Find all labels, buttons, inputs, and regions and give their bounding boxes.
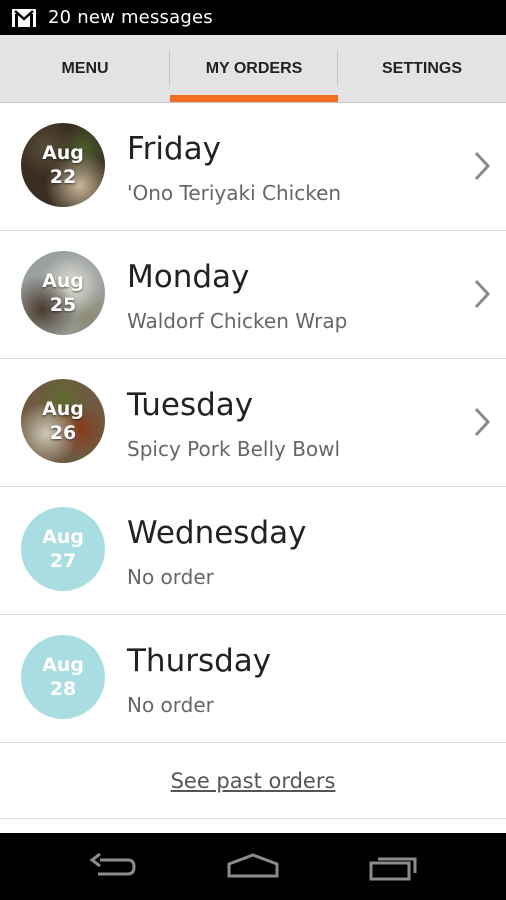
badge-month: Aug bbox=[42, 526, 84, 548]
date-badge: Aug 27 bbox=[21, 507, 105, 591]
tab-menu[interactable]: MENU bbox=[0, 35, 170, 102]
tab-menu-label: MENU bbox=[61, 59, 109, 77]
chevron-right-icon bbox=[474, 407, 491, 437]
date-badge: Aug 28 bbox=[21, 635, 105, 719]
gmail-icon bbox=[12, 8, 36, 27]
order-row-wednesday[interactable]: Aug 27 Wednesday No order bbox=[0, 487, 506, 615]
order-item: 'Ono Teriyaki Chicken bbox=[127, 181, 342, 205]
order-day: Friday bbox=[127, 131, 221, 167]
badge-month: Aug bbox=[42, 654, 84, 676]
back-icon bbox=[89, 852, 136, 875]
date-badge: Aug 26 bbox=[21, 379, 105, 463]
order-item: Waldorf Chicken Wrap bbox=[127, 309, 348, 333]
tab-bar: MENU MY ORDERS SETTINGS bbox=[0, 35, 506, 103]
order-row-tuesday[interactable]: Aug 26 Tuesday Spicy Pork Belly Bowl bbox=[0, 359, 506, 487]
tab-my-orders[interactable]: MY ORDERS bbox=[170, 35, 338, 102]
see-past-orders-link[interactable]: See past orders bbox=[171, 769, 336, 793]
badge-month: Aug bbox=[42, 142, 84, 164]
order-day: Wednesday bbox=[127, 515, 307, 551]
tab-settings[interactable]: SETTINGS bbox=[338, 35, 506, 102]
badge-month: Aug bbox=[42, 270, 84, 292]
home-button[interactable] bbox=[193, 833, 313, 900]
past-orders-section: See past orders bbox=[0, 743, 506, 819]
back-button[interactable] bbox=[53, 833, 173, 900]
date-badge: Aug 25 bbox=[21, 251, 105, 335]
order-item: No order bbox=[127, 565, 214, 589]
tab-my-orders-label: MY ORDERS bbox=[205, 59, 303, 77]
order-day: Monday bbox=[127, 259, 250, 295]
badge-date: 27 bbox=[49, 550, 77, 572]
order-row-monday[interactable]: Aug 25 Monday Waldorf Chicken Wrap bbox=[0, 231, 506, 359]
order-day: Tuesday bbox=[127, 387, 254, 423]
date-badge: Aug 22 bbox=[21, 123, 105, 207]
order-day: Thursday bbox=[127, 643, 272, 679]
order-item: Spicy Pork Belly Bowl bbox=[127, 437, 341, 461]
order-row-thursday[interactable]: Aug 28 Thursday No order bbox=[0, 615, 506, 743]
badge-date: 25 bbox=[49, 294, 77, 316]
navigation-bar bbox=[0, 833, 506, 900]
order-item: No order bbox=[127, 693, 214, 717]
badge-month: Aug bbox=[42, 398, 84, 420]
badge-date: 28 bbox=[49, 678, 77, 700]
home-icon bbox=[227, 852, 279, 877]
badge-date: 26 bbox=[49, 422, 77, 444]
orders-list: Aug 22 Friday 'Ono Teriyaki Chicken Aug … bbox=[0, 103, 506, 743]
tab-settings-label: SETTINGS bbox=[381, 59, 462, 77]
chevron-right-icon bbox=[474, 279, 491, 309]
recent-apps-button[interactable] bbox=[334, 833, 454, 900]
notification-text: 20 new messages bbox=[48, 7, 213, 28]
order-row-friday[interactable]: Aug 22 Friday 'Ono Teriyaki Chicken bbox=[0, 103, 506, 231]
chevron-right-icon bbox=[474, 151, 491, 181]
recent-apps-icon bbox=[369, 857, 417, 880]
status-bar: 20 new messages bbox=[0, 0, 506, 35]
badge-date: 22 bbox=[49, 166, 77, 188]
active-tab-indicator bbox=[170, 95, 338, 102]
